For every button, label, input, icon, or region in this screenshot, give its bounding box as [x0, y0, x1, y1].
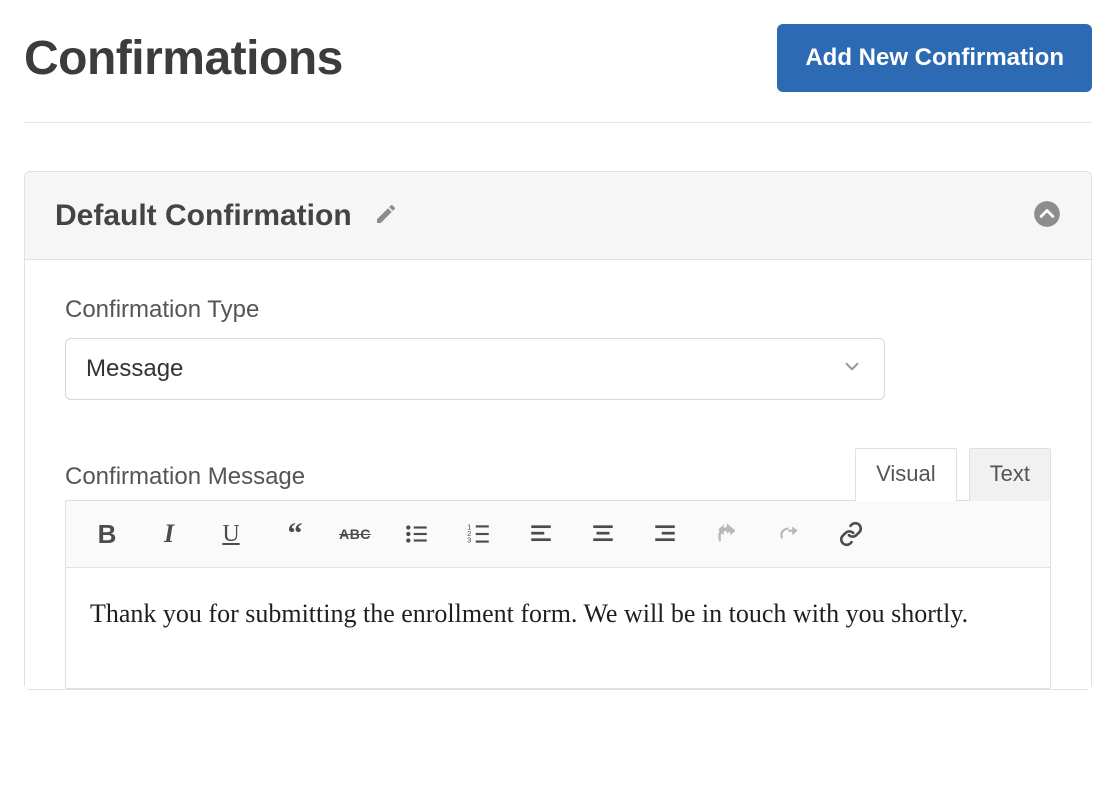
underline-button[interactable]: U — [214, 517, 248, 551]
editor-mode-tabs: Visual Text — [855, 448, 1051, 501]
confirmation-type-select-wrap: Message — [65, 338, 885, 400]
align-right-icon — [652, 521, 678, 547]
message-content-editor[interactable]: Thank you for submitting the enrollment … — [66, 568, 1050, 688]
panel-header: Default Confirmation — [25, 172, 1091, 260]
page-title: Confirmations — [24, 31, 343, 86]
align-left-icon — [528, 521, 554, 547]
editor-toolbar: B I U “ ABC 123 — [66, 501, 1050, 568]
confirmation-type-label: Confirmation Type — [65, 296, 1051, 324]
tab-text[interactable]: Text — [969, 448, 1051, 501]
undo-button[interactable] — [710, 517, 744, 551]
quote-icon: “ — [288, 517, 299, 551]
rich-text-editor: B I U “ ABC 123 — [65, 500, 1051, 689]
italic-button[interactable]: I — [152, 517, 186, 551]
undo-icon — [714, 521, 740, 547]
align-left-button[interactable] — [524, 517, 558, 551]
blockquote-button[interactable]: “ — [276, 517, 310, 551]
bullet-list-icon — [404, 521, 430, 547]
redo-icon — [776, 521, 802, 547]
bold-button[interactable]: B — [90, 517, 124, 551]
add-new-confirmation-button[interactable]: Add New Confirmation — [777, 24, 1092, 92]
confirmation-message-label: Confirmation Message — [65, 463, 305, 491]
align-center-button[interactable] — [586, 517, 620, 551]
numbered-list-icon: 123 — [466, 521, 492, 547]
chevron-up-circle-icon — [1033, 200, 1061, 231]
redo-button[interactable] — [772, 517, 806, 551]
pencil-icon — [374, 202, 398, 229]
svg-text:3: 3 — [467, 536, 471, 545]
link-icon — [838, 521, 864, 547]
rename-confirmation-button[interactable] — [370, 198, 402, 233]
page-header: Confirmations Add New Confirmation — [24, 24, 1092, 92]
panel-title: Default Confirmation — [55, 199, 352, 233]
insert-link-button[interactable] — [834, 517, 868, 551]
bullet-list-button[interactable] — [400, 517, 434, 551]
collapse-panel-button[interactable] — [1033, 200, 1061, 231]
header-divider — [24, 122, 1092, 123]
panel-body: Confirmation Type Message Confirmation M… — [25, 260, 1091, 689]
numbered-list-button[interactable]: 123 — [462, 517, 496, 551]
tab-visual[interactable]: Visual — [855, 448, 957, 501]
confirmation-panel: Default Confirmation Confirmation Type M… — [24, 171, 1092, 690]
align-center-icon — [590, 521, 616, 547]
strikethrough-button[interactable]: ABC — [338, 517, 372, 551]
align-right-button[interactable] — [648, 517, 682, 551]
confirmation-type-select[interactable]: Message — [65, 338, 885, 400]
